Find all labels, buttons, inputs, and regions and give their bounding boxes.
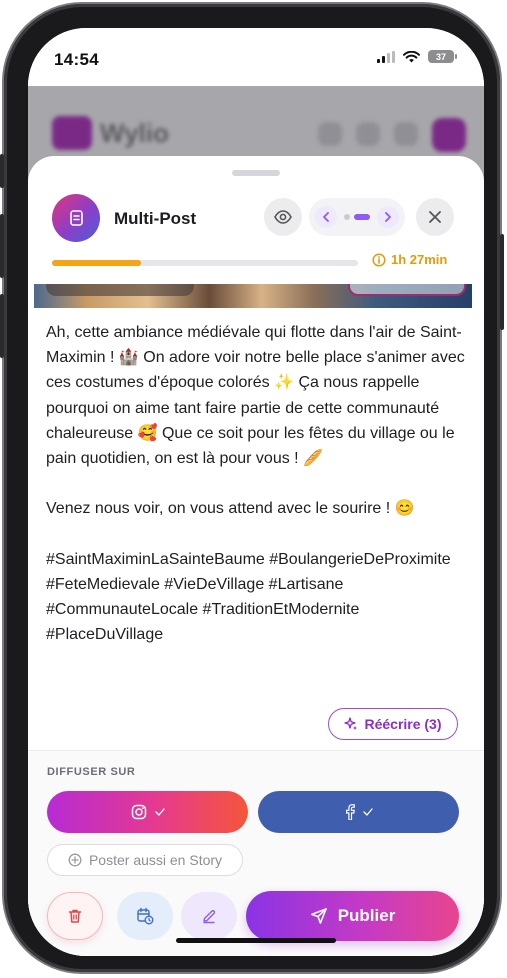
eye-icon xyxy=(274,210,292,224)
chevron-right-icon xyxy=(385,212,391,222)
background-toolbar xyxy=(318,118,466,152)
sheet-title: Multi-Post xyxy=(114,209,197,228)
sheet-header: Multi-Post xyxy=(28,192,484,248)
calendar-clock-icon xyxy=(137,907,154,925)
stack-icon xyxy=(52,194,100,242)
info-circle-icon xyxy=(372,252,386,267)
timer: 1h 27min xyxy=(372,252,447,267)
image-overlay-button xyxy=(348,284,466,296)
background-logo-text: Wylio xyxy=(100,117,169,148)
story-label: Poster aussi en Story xyxy=(88,852,223,868)
next-post-button[interactable] xyxy=(377,206,399,228)
post-pager xyxy=(309,198,405,236)
check-icon xyxy=(154,808,165,816)
wifi-icon xyxy=(403,50,420,62)
delete-button[interactable] xyxy=(47,892,103,940)
background-button xyxy=(356,122,380,146)
story-toggle[interactable]: Poster aussi en Story xyxy=(47,844,243,876)
pager-dot-active[interactable] xyxy=(354,214,370,220)
status-icons: 37 xyxy=(377,50,457,63)
previous-post-button[interactable] xyxy=(315,206,337,228)
background-logo-mark xyxy=(52,116,92,150)
background-button xyxy=(318,122,342,146)
sparkle-icon xyxy=(344,717,358,730)
instagram-icon xyxy=(131,804,146,820)
edit-button[interactable] xyxy=(181,892,237,940)
battery-icon: 37 xyxy=(428,50,457,63)
time-progress-fill xyxy=(52,260,141,266)
post-text[interactable]: Ah, cette ambiance médiévale qui flotte … xyxy=(46,320,466,648)
rewrite-button[interactable]: Réécrire (3) xyxy=(328,708,458,740)
diffuser-label: DIFFUSER SUR xyxy=(47,766,136,778)
power-button xyxy=(500,234,504,330)
image-overlay-badge xyxy=(46,284,194,296)
pencil-icon xyxy=(203,910,216,924)
phone-frame: 14:54 37 Wylio Multi-Post 1h 27min Ah, c… xyxy=(0,4,504,972)
instagram-toggle[interactable] xyxy=(47,791,248,833)
preview-button[interactable] xyxy=(264,198,302,236)
facebook-icon xyxy=(345,804,355,820)
status-bar: 14:54 37 xyxy=(28,28,484,86)
volume-down-button xyxy=(0,294,4,358)
chevron-left-icon xyxy=(323,212,329,222)
send-icon xyxy=(310,908,327,924)
sheet-grabber[interactable] xyxy=(232,170,280,176)
schedule-button[interactable] xyxy=(117,892,173,940)
background-button xyxy=(394,122,418,146)
pager-dots xyxy=(344,214,370,220)
multi-post-sheet: Multi-Post 1h 27min Ah, cette ambiance m… xyxy=(28,156,484,956)
trash-icon xyxy=(68,909,82,923)
background-avatar xyxy=(432,118,466,152)
publish-label: Publier xyxy=(337,906,396,925)
close-icon xyxy=(429,211,441,223)
check-icon xyxy=(362,808,373,816)
status-time: 14:54 xyxy=(54,50,99,69)
post-image xyxy=(34,284,472,308)
volume-up-button xyxy=(0,214,4,278)
plus-circle-icon xyxy=(68,853,82,867)
pager-dot[interactable] xyxy=(344,214,350,220)
close-button[interactable] xyxy=(416,198,454,236)
signal-icon xyxy=(377,50,395,63)
timer-text: 1h 27min xyxy=(391,252,448,267)
screen: 14:54 37 Wylio Multi-Post 1h 27min Ah, c… xyxy=(28,28,484,956)
publish-button[interactable]: Publier xyxy=(246,891,459,941)
rewrite-label: Réécrire (3) xyxy=(364,716,442,732)
time-progress-bar xyxy=(52,260,358,266)
facebook-toggle[interactable] xyxy=(258,791,459,833)
home-indicator[interactable] xyxy=(176,938,336,943)
background-logo: Wylio xyxy=(52,116,169,150)
mute-switch xyxy=(0,154,4,188)
